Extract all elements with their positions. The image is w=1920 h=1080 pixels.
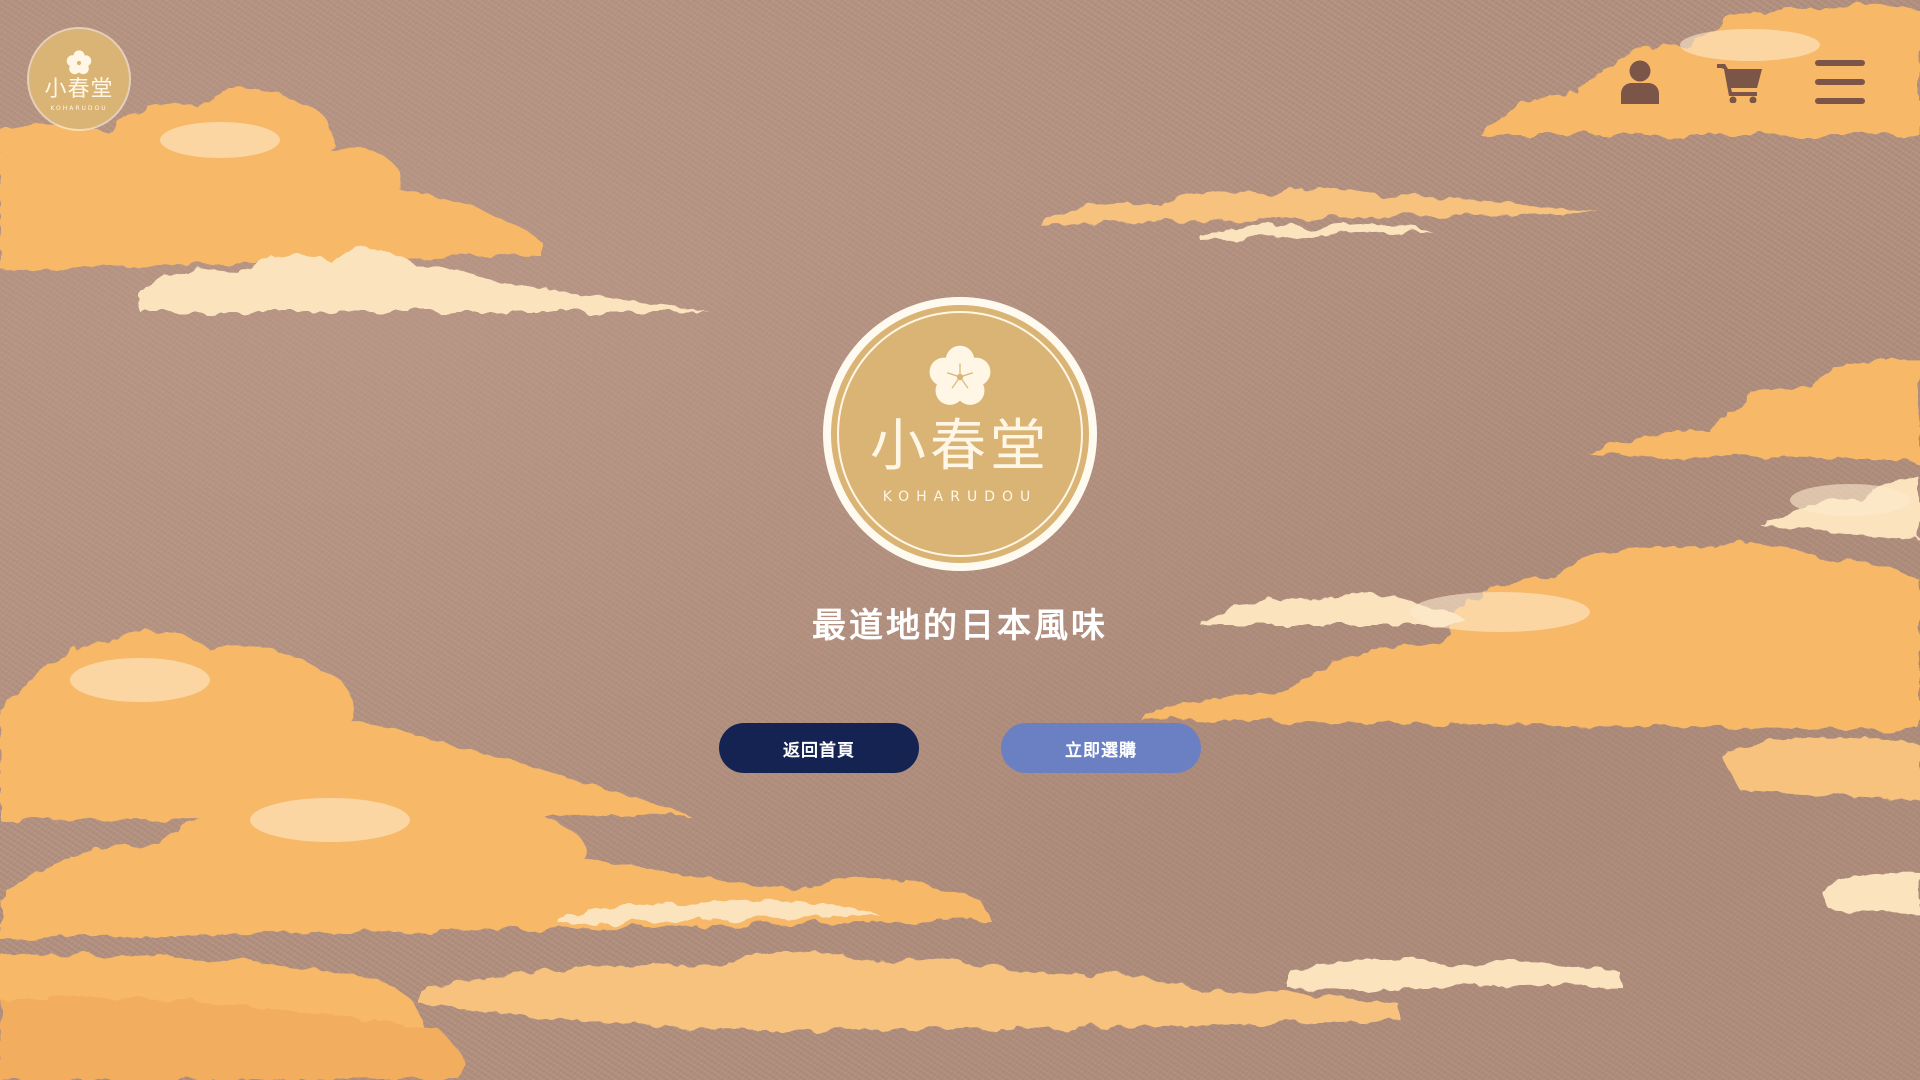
user-button[interactable]: [1614, 56, 1666, 108]
brand-romanized: KOHARUDOU: [50, 104, 108, 112]
back-home-button[interactable]: 返回首頁: [719, 723, 919, 773]
cart-icon: [1717, 64, 1762, 103]
user-icon: [1621, 60, 1659, 104]
corner-logo[interactable]: 小春堂 KOHARUDOU: [29, 29, 129, 129]
plum-blossom-icon: [66, 49, 92, 74]
cart-button[interactable]: [1714, 56, 1766, 108]
hero-logo-inner: 小春堂 KOHARUDOU: [831, 305, 1089, 563]
brand-name: 小春堂: [44, 76, 114, 102]
hero-logo: 小春堂 KOHARUDOU: [823, 297, 1097, 571]
menu-icon: [1815, 60, 1865, 104]
landing-page: 小春堂 KOHARUDOU 小春堂 KOHARUDOU 最道地的日本風味 返回首…: [0, 0, 1920, 1080]
menu-button[interactable]: [1814, 56, 1866, 108]
hero-logo-ring: 小春堂 KOHARUDOU: [837, 311, 1083, 557]
shop-now-button[interactable]: 立即選購: [1001, 723, 1201, 773]
hero-brand-name: 小春堂: [870, 414, 1050, 479]
plum-blossom-icon: [929, 345, 991, 405]
tagline: 最道地的日本風味: [812, 606, 1108, 646]
hero-brand-romanized: KOHARUDOU: [882, 489, 1038, 505]
header-nav: [1614, 56, 1866, 108]
